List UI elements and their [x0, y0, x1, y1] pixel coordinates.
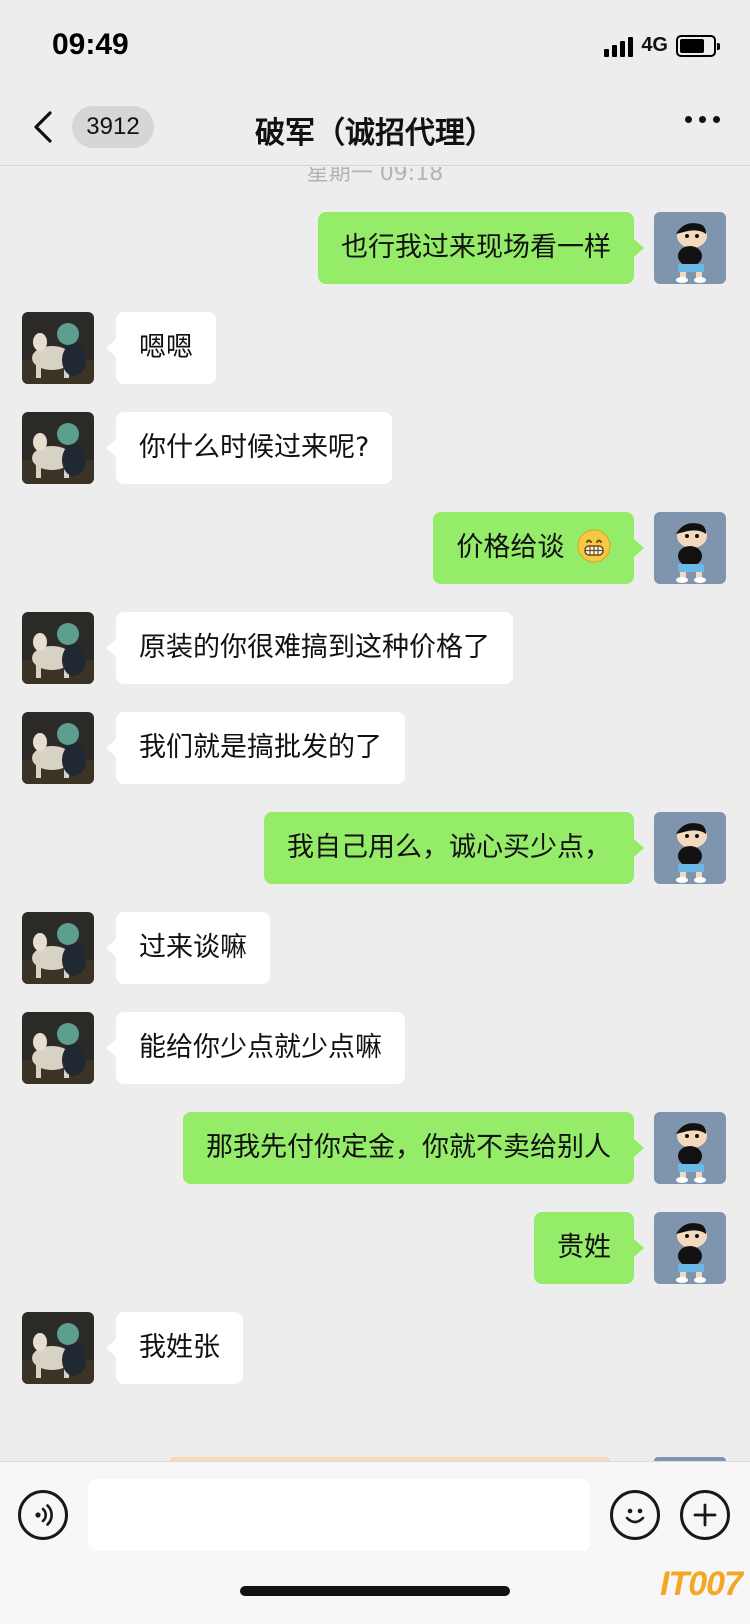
- input-bar: [0, 1461, 750, 1624]
- my-avatar[interactable]: [654, 1212, 726, 1284]
- contact-avatar[interactable]: [22, 612, 94, 684]
- home-indicator: [240, 1586, 510, 1596]
- status-indicators: 4G: [604, 34, 720, 57]
- sent-message: 价格给谈: [0, 512, 750, 586]
- my-avatar[interactable]: [654, 812, 726, 884]
- voice-input-button[interactable]: [18, 1490, 68, 1540]
- message-bubble[interactable]: 价格给谈: [433, 512, 644, 584]
- message-bubble[interactable]: 我们就是搞批发的了: [106, 712, 405, 784]
- received-message: 你什么时候过来呢?: [0, 412, 750, 486]
- message-timestamp: 星期一 09:18: [306, 167, 444, 186]
- message-bubble[interactable]: 那我先付你定金，你就不卖给别人: [183, 1112, 644, 1184]
- my-avatar[interactable]: [654, 1112, 726, 1184]
- contact-avatar[interactable]: [22, 912, 94, 984]
- message-bubble[interactable]: 我自己用么，诚心买少点，: [264, 812, 644, 884]
- watermark-logo: IT007: [660, 1565, 743, 1603]
- chat-title: 破军（诚招代理）: [255, 116, 495, 151]
- smiley-icon: [625, 1508, 645, 1524]
- more-options-button[interactable]: [685, 116, 720, 123]
- sent-message: 贵姓: [0, 1212, 750, 1286]
- contact-avatar[interactable]: [22, 1312, 94, 1384]
- status-bar: 09:49 4G: [0, 0, 750, 90]
- contact-avatar[interactable]: [22, 412, 94, 484]
- contact-avatar[interactable]: [22, 1012, 94, 1084]
- status-time: 09:49: [52, 28, 129, 61]
- message-bubble[interactable]: 你什么时候过来呢?: [105, 412, 393, 484]
- chat-header: 3912 破军（诚招代理）: [0, 90, 750, 166]
- emoji-button[interactable]: [610, 1490, 660, 1540]
- sent-message: 那我先付你定金，你就不卖给别人: [0, 1112, 750, 1186]
- network-type: 4G: [641, 34, 668, 56]
- message-bubble[interactable]: 能给你少点就少点嘛: [106, 1012, 405, 1084]
- message-text: 能给你少点就少点嘛: [139, 1032, 382, 1063]
- received-message: 原装的你很难搞到这种价格了: [0, 612, 750, 686]
- grin-emoji-icon: [577, 529, 611, 562]
- message-text: 我们就是搞批发的了: [139, 732, 382, 763]
- contact-avatar[interactable]: [22, 712, 94, 784]
- message-bubble[interactable]: 过来谈嘛: [106, 912, 270, 984]
- more-functions-button[interactable]: [680, 1490, 730, 1540]
- sent-message: 我自己用么，诚心买少点，: [0, 812, 750, 886]
- message-list[interactable]: 星期一 09:18 也行我过来现场看一样 嗯嗯 你什么时候过来呢? 价格给谈 原…: [0, 167, 750, 1461]
- received-message: 过来谈嘛: [0, 912, 750, 986]
- dot-icon: [685, 116, 692, 123]
- message-text: 过来谈嘛: [139, 932, 247, 963]
- my-avatar[interactable]: [654, 512, 726, 584]
- message-text: 贵姓: [557, 1232, 611, 1263]
- message-bubble[interactable]: 我姓张: [106, 1312, 243, 1384]
- received-message: 我们就是搞批发的了: [0, 712, 750, 786]
- message-text: 那我先付你定金，你就不卖给别人: [206, 1132, 611, 1163]
- message-text: 原装的你很难搞到这种价格了: [139, 632, 490, 663]
- message-bubble[interactable]: 也行我过来现场看一样: [318, 212, 644, 284]
- received-message: 能给你少点就少点嘛: [0, 1012, 750, 1086]
- message-bubble[interactable]: 嗯嗯: [106, 312, 216, 384]
- my-avatar[interactable]: [654, 212, 726, 284]
- received-message: 我姓张: [0, 1312, 750, 1386]
- message-text: 我自己用么，诚心买少点，: [287, 832, 611, 863]
- message-text: 你什么时候过来呢?: [139, 432, 370, 463]
- contact-avatar[interactable]: [22, 312, 94, 384]
- message-text: 也行我过来现场看一样: [341, 232, 611, 263]
- message-input[interactable]: [88, 1479, 590, 1551]
- signal-icon: [604, 35, 634, 57]
- message-bubble[interactable]: 原装的你很难搞到这种价格了: [106, 612, 513, 684]
- plus-icon: [693, 1503, 717, 1527]
- battery-icon: [676, 34, 720, 57]
- message-bubble[interactable]: 贵姓: [534, 1212, 644, 1284]
- received-message: 嗯嗯: [0, 312, 750, 386]
- message-text: 嗯嗯: [139, 332, 193, 363]
- dot-icon: [713, 116, 720, 123]
- voice-icon: [35, 1504, 53, 1526]
- message-text: 价格给谈: [456, 532, 565, 563]
- message-text: 我姓张: [139, 1332, 220, 1363]
- dot-icon: [699, 116, 706, 123]
- sent-message: 也行我过来现场看一样: [0, 212, 750, 286]
